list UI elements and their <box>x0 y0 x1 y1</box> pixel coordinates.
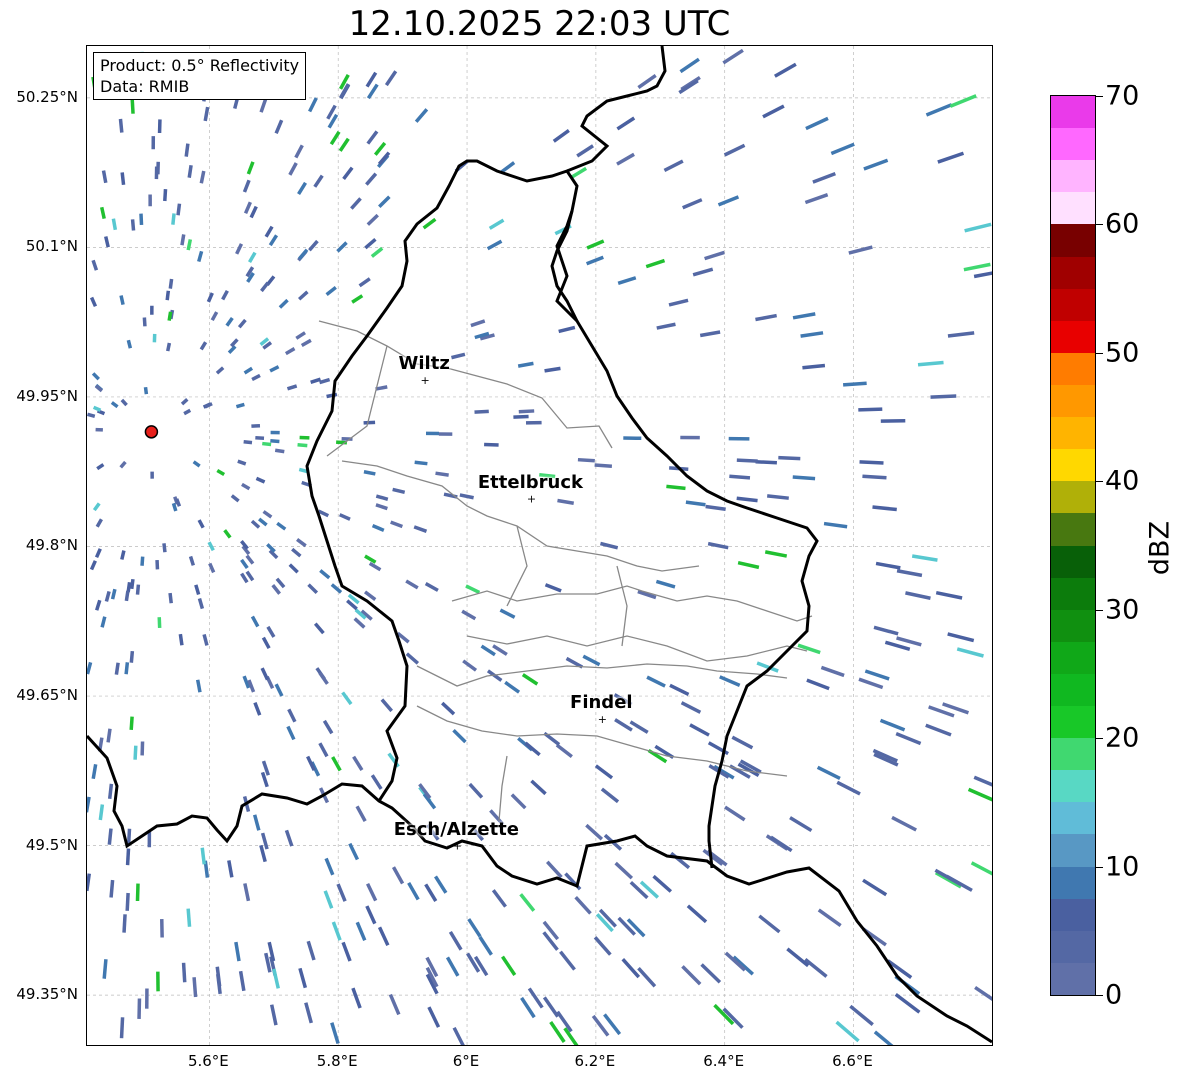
colorbar-segment <box>1051 448 1095 482</box>
product-info-box: Product: 0.5° Reflectivity Data: RMIB <box>93 52 307 100</box>
colorbar-segment <box>1051 352 1095 385</box>
lat-tick-label: 49.65°N <box>16 686 78 705</box>
city-marker: + <box>527 493 536 506</box>
colorbar-segment <box>1051 320 1095 353</box>
colorbar-segment <box>1051 705 1095 739</box>
colorbar-segment <box>1051 384 1095 418</box>
lat-tick-label: 50.25°N <box>16 87 78 106</box>
lon-tick-label: 6°E <box>452 1052 480 1070</box>
colorbar-segment <box>1051 96 1095 129</box>
colorbar-segment <box>1051 127 1095 161</box>
city-label-findel: Findel <box>570 691 633 713</box>
lat-tick-label: 49.5°N <box>25 835 78 854</box>
country-border <box>87 734 992 1044</box>
data-source-label: Data: RMIB <box>100 77 190 96</box>
city-markers: + + + + <box>421 374 607 853</box>
radar-site-marker[interactable] <box>144 425 159 439</box>
colorbar-segment <box>1051 641 1095 674</box>
colorbar-tick-label: 70 <box>1105 80 1140 112</box>
colorbar-segment <box>1051 930 1095 963</box>
colorbar-segment <box>1051 833 1095 867</box>
colorbar-segment <box>1051 577 1095 610</box>
colorbar-segment <box>1051 962 1095 995</box>
lat-tick-label: 49.35°N <box>16 985 78 1004</box>
colorbar-segment <box>1051 288 1095 321</box>
colorbar-tick-label: 0 <box>1105 979 1123 1011</box>
colorbar-segment <box>1051 512 1095 546</box>
colorbar-segment <box>1051 416 1095 450</box>
lon-tick-label: 6.2°E <box>574 1052 616 1070</box>
lon-tick-label: 6.6°E <box>832 1052 873 1070</box>
lon-tick-label: 6.4°E <box>703 1052 745 1070</box>
colorbar-segment <box>1051 544 1095 578</box>
radar-echoes <box>87 48 992 1045</box>
colorbar-tick-label: 40 <box>1105 465 1140 497</box>
lat-tick-label: 49.95°N <box>16 386 78 405</box>
colorbar-tick-mark <box>1096 866 1103 868</box>
colorbar-segment <box>1051 673 1095 707</box>
city-marker: + <box>598 713 607 726</box>
colorbar <box>1050 95 1096 996</box>
colorbar-tick-label: 20 <box>1105 722 1140 754</box>
graticule-gridlines <box>87 46 992 1045</box>
colorbar-tick-mark <box>1096 96 1103 97</box>
colorbar-segment <box>1051 865 1095 899</box>
colorbar-segment <box>1051 898 1095 931</box>
city-marker: + <box>421 374 430 387</box>
lat-tick-label: 49.8°N <box>25 536 78 555</box>
colorbar-segment <box>1051 801 1095 835</box>
colorbar-tick-mark <box>1096 995 1103 996</box>
product-label: Product: 0.5° Reflectivity <box>100 56 300 75</box>
colorbar-tick-mark <box>1096 738 1103 740</box>
city-label-wiltz: Wiltz <box>398 352 450 374</box>
lat-tick-label: 50.1°N <box>25 237 78 256</box>
colorbar-segment <box>1051 223 1095 257</box>
city-marker: + <box>453 840 462 853</box>
colorbar-tick-label: 60 <box>1105 208 1140 240</box>
colorbar-segment <box>1051 191 1095 225</box>
belgium-germany-border <box>550 46 667 322</box>
colorbar-segment <box>1051 255 1095 289</box>
colorbar-label: dBZ <box>1144 520 1176 576</box>
colorbar-segment <box>1051 480 1095 514</box>
colorbar-tick-label: 50 <box>1105 337 1140 369</box>
map-title: 12.10.2025 22:03 UTC <box>348 4 731 44</box>
colorbar-tick-mark <box>1096 224 1103 226</box>
city-label-esch-alzette: Esch/Alzette <box>393 818 519 840</box>
radar-map-canvas: + + + + <box>87 46 992 1045</box>
lon-tick-label: 5.6°E <box>187 1052 229 1070</box>
colorbar-tick-mark <box>1096 481 1103 483</box>
radar-map[interactable]: + + + + <box>86 45 993 1046</box>
colorbar-tick-mark <box>1096 352 1103 354</box>
colorbar-segment <box>1051 159 1095 193</box>
lon-tick-label: 5.8°E <box>316 1052 358 1070</box>
colorbar-tick-label: 30 <box>1105 594 1140 626</box>
colorbar-segment <box>1051 609 1095 642</box>
colorbar-tick-mark <box>1096 609 1103 611</box>
colorbar-tick-label: 10 <box>1105 851 1140 883</box>
city-label-ettelbruck: Ettelbruck <box>477 471 583 493</box>
colorbar-segment <box>1051 769 1095 803</box>
colorbar-segment <box>1051 737 1095 771</box>
